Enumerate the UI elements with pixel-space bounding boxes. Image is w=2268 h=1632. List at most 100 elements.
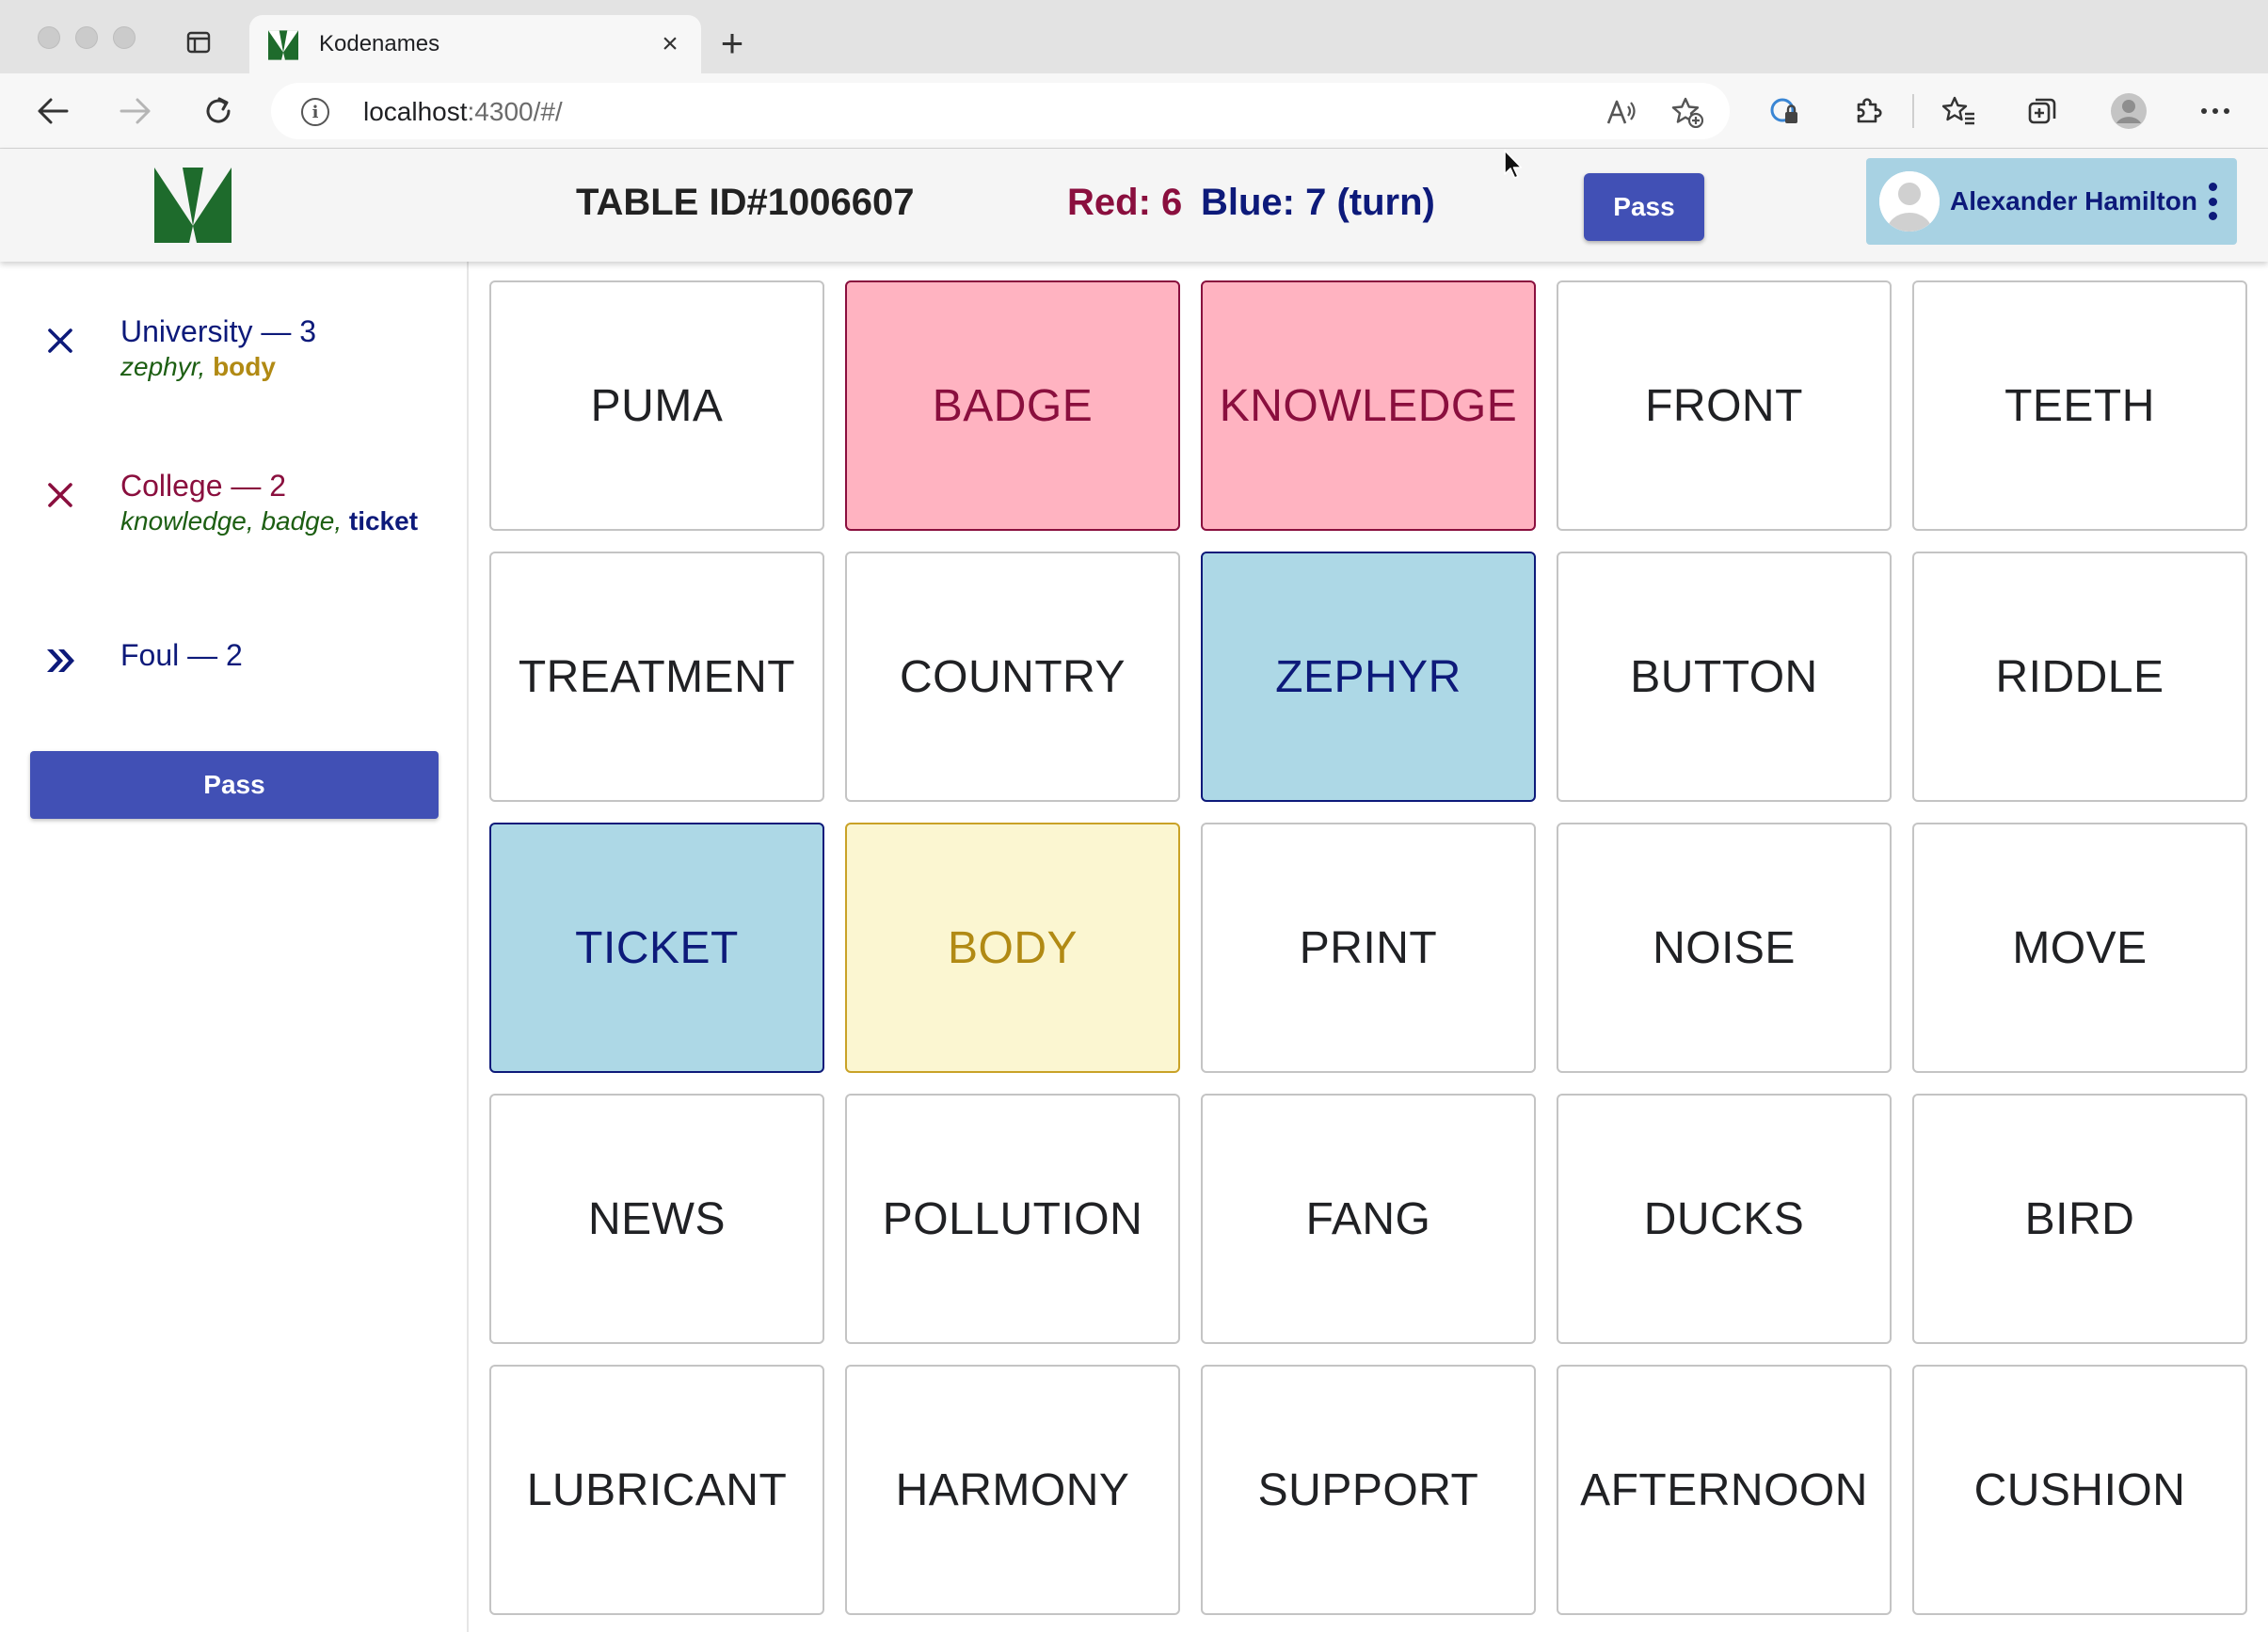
window-close-dot[interactable] bbox=[38, 26, 60, 49]
profile-avatar-icon[interactable] bbox=[2110, 92, 2148, 130]
browser-tab-active[interactable]: Kodenames × bbox=[249, 15, 701, 73]
user-menu-icon[interactable] bbox=[2207, 183, 2218, 220]
card-word: BIRD bbox=[2024, 1193, 2135, 1244]
tab-close-icon[interactable]: × bbox=[656, 30, 684, 58]
clue-word: University — 3 bbox=[120, 314, 317, 348]
back-arrow-icon[interactable] bbox=[34, 92, 72, 130]
card-word: TEETH bbox=[2004, 380, 2155, 431]
app-header: TABLE ID#1006607 Red: 6 Blue: 7 (turn) P… bbox=[0, 149, 2268, 262]
card-word: TICKET bbox=[575, 922, 739, 973]
card-word: KNOWLEDGE bbox=[1219, 380, 1518, 431]
word-card[interactable]: NOISE bbox=[1557, 823, 1892, 1073]
extensions-icon[interactable] bbox=[1848, 92, 1886, 130]
guess-word: body bbox=[213, 352, 276, 381]
clue-history-sidebar: University — 3 zephyr, body College — 2 kno… bbox=[0, 262, 469, 1632]
card-word: CUSHION bbox=[1973, 1464, 2186, 1515]
word-board: PUMA BADGE KNOWLEDGE FRONT TEETH TREATMENT COU… bbox=[489, 280, 2249, 1615]
word-card[interactable]: DUCKS bbox=[1557, 1094, 1892, 1344]
user-name: Alexander Hamilton bbox=[1950, 186, 2197, 216]
word-card[interactable]: ZEPHYR bbox=[1201, 552, 1536, 802]
word-card[interactable]: TICKET bbox=[489, 823, 824, 1073]
word-card[interactable]: BUTTON bbox=[1557, 552, 1892, 802]
word-card[interactable]: NEWS bbox=[489, 1094, 824, 1344]
word-card[interactable]: BODY bbox=[845, 823, 1180, 1073]
word-card[interactable]: KNOWLEDGE bbox=[1201, 280, 1536, 531]
tab-title: Kodenames bbox=[319, 31, 440, 56]
clue-guesses: zephyr, body bbox=[120, 352, 276, 382]
forward-arrow-icon[interactable] bbox=[117, 92, 154, 130]
word-card[interactable]: SUPPORT bbox=[1201, 1365, 1536, 1615]
refresh-icon[interactable] bbox=[200, 92, 237, 130]
word-card[interactable]: RIDDLE bbox=[1912, 552, 2247, 802]
word-card[interactable]: FANG bbox=[1201, 1094, 1536, 1344]
guess-word: badge bbox=[261, 506, 335, 536]
card-word: ZEPHYR bbox=[1275, 651, 1461, 702]
card-word: HARMONY bbox=[895, 1464, 1130, 1515]
address-bar[interactable]: i localhost:4300/#/ bbox=[271, 83, 1730, 139]
read-aloud-icon[interactable] bbox=[1605, 96, 1637, 128]
card-word: SUPPORT bbox=[1257, 1464, 1479, 1515]
card-word: DUCKS bbox=[1643, 1193, 1805, 1244]
word-card[interactable]: HARMONY bbox=[845, 1365, 1180, 1615]
card-word: NEWS bbox=[588, 1193, 726, 1244]
url-text[interactable]: localhost:4300/#/ bbox=[363, 97, 563, 127]
clue-word: College — 2 bbox=[120, 469, 287, 503]
more-options-icon[interactable] bbox=[2196, 92, 2234, 130]
card-word: POLLUTION bbox=[882, 1193, 1143, 1244]
user-avatar bbox=[1879, 171, 1940, 232]
guess-word: ticket bbox=[348, 506, 419, 536]
card-word: BODY bbox=[947, 922, 1078, 973]
table-id: TABLE ID#1006607 bbox=[576, 182, 915, 223]
word-card[interactable]: BIRD bbox=[1912, 1094, 2247, 1344]
window-minimize-dot[interactable] bbox=[75, 26, 98, 49]
browser-tab-bar: Kodenames × + bbox=[0, 0, 2268, 73]
card-word: AFTERNOON bbox=[1580, 1464, 1868, 1515]
red-score: Red: 6 bbox=[1067, 182, 1183, 223]
guess-separator: , bbox=[334, 506, 349, 536]
collections-icon[interactable] bbox=[2023, 92, 2061, 130]
card-word: FRONT bbox=[1645, 380, 1803, 431]
favicon-icon bbox=[268, 30, 298, 60]
user-chip[interactable]: Alexander Hamilton bbox=[1866, 158, 2237, 245]
add-favorite-icon[interactable] bbox=[1671, 96, 1703, 128]
window-zoom-dot[interactable] bbox=[113, 26, 136, 49]
word-card[interactable]: FRONT bbox=[1557, 280, 1892, 531]
word-card[interactable]: POLLUTION bbox=[845, 1094, 1180, 1344]
card-word: FANG bbox=[1305, 1193, 1431, 1244]
card-word: BUTTON bbox=[1630, 651, 1818, 702]
word-card[interactable]: PUMA bbox=[489, 280, 824, 531]
word-card[interactable]: PRINT bbox=[1201, 823, 1536, 1073]
card-word: COUNTRY bbox=[900, 651, 1126, 702]
card-word: NOISE bbox=[1653, 922, 1796, 973]
favorites-icon[interactable] bbox=[1941, 92, 1978, 130]
word-card[interactable]: MOVE bbox=[1912, 823, 2247, 1073]
card-word: BADGE bbox=[932, 380, 1094, 431]
blue-score: Blue: 7 (turn) bbox=[1201, 182, 1435, 223]
close-icon bbox=[41, 322, 79, 360]
word-card[interactable]: AFTERNOON bbox=[1557, 1365, 1892, 1615]
tab-actions-icon[interactable] bbox=[184, 28, 213, 56]
card-word: MOVE bbox=[2012, 922, 2148, 973]
card-word: RIDDLE bbox=[1995, 651, 2164, 702]
guess-word: knowledge bbox=[120, 506, 247, 536]
kodenames-logo[interactable] bbox=[154, 168, 232, 243]
word-card[interactable]: TEETH bbox=[1912, 280, 2247, 531]
sidebar-pass-button[interactable]: Pass bbox=[30, 751, 439, 819]
header-pass-button[interactable]: Pass bbox=[1584, 173, 1704, 241]
password-manager-icon[interactable] bbox=[1765, 92, 1803, 130]
browser-toolbar: i localhost:4300/#/ bbox=[0, 73, 2268, 149]
word-card[interactable]: BADGE bbox=[845, 280, 1180, 531]
word-card[interactable]: LUBRICANT bbox=[489, 1365, 824, 1615]
word-card[interactable]: TREATMENT bbox=[489, 552, 824, 802]
clue-guesses: knowledge, badge, ticket bbox=[120, 506, 418, 536]
word-card[interactable]: CUSHION bbox=[1912, 1365, 2247, 1615]
card-word: PUMA bbox=[590, 380, 724, 431]
site-info-icon[interactable]: i bbox=[301, 98, 329, 126]
card-word: PRINT bbox=[1299, 922, 1438, 973]
word-card[interactable]: COUNTRY bbox=[845, 552, 1180, 802]
new-tab-icon[interactable]: + bbox=[715, 24, 749, 63]
toolbar-separator bbox=[1912, 94, 1914, 128]
close-icon bbox=[41, 476, 79, 514]
double-chevron-right-icon bbox=[41, 642, 79, 680]
clue-word: Foul — 2 bbox=[120, 638, 243, 672]
